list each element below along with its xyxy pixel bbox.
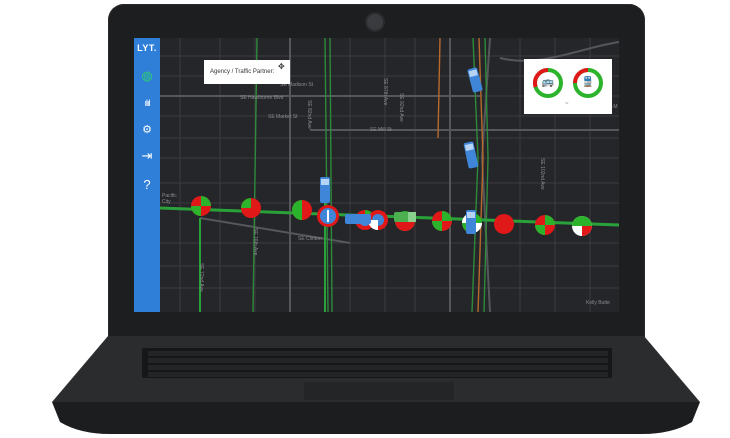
signal-marker: [241, 198, 261, 218]
help-icon[interactable]: ?: [134, 177, 160, 193]
road-label: SE 82nd Ave: [306, 100, 312, 129]
train-icon: 🚆: [581, 77, 595, 88]
truck-marker: [394, 212, 416, 222]
road-label: Kelly Butte: [586, 300, 610, 306]
road-label: SE Mill St: [370, 127, 392, 133]
road-label: SE 92nd Ave: [398, 93, 404, 122]
bus-marker: [345, 214, 371, 224]
panel-footnote: ~: [565, 101, 569, 107]
sidebar: LYT. ◍ ılıl ⚙ ⇥ ?: [134, 38, 160, 312]
road-label: SE 87th Ave: [382, 78, 388, 106]
road-label: SE 102nd Ave: [539, 158, 545, 190]
agency-partner-label: Agency / Traffic Partner:: [210, 69, 275, 75]
road-label: SE 72nd Ave: [198, 263, 204, 292]
bus-marker: [466, 210, 476, 234]
bar-chart-icon[interactable]: ılıl: [134, 95, 160, 111]
signal-marker: [572, 216, 592, 236]
webcam: [367, 14, 383, 30]
agency-partner-panel[interactable]: Agency / Traffic Partner: ✥: [204, 60, 290, 84]
bus-marker: [320, 177, 330, 203]
road-label: SE Market St: [268, 114, 298, 120]
road-label: SE 76th Ave: [252, 228, 258, 256]
signal-marker: [432, 211, 452, 231]
road-label: Pacific City: [162, 193, 177, 205]
drag-handle-icon[interactable]: ✥: [278, 62, 285, 71]
logout-icon[interactable]: ⇥: [134, 148, 160, 164]
laptop-keyboard-base: [52, 336, 700, 434]
signal-marker: [292, 200, 312, 220]
signal-marker: [191, 196, 211, 216]
bus-icon: 🚌: [541, 77, 555, 88]
globe-icon[interactable]: ◍: [134, 68, 160, 84]
app-logo: LYT.: [137, 43, 157, 53]
road-label: SE Hawthorne Blvd: [240, 95, 284, 101]
app-screen: LYT. ◍ ılıl ⚙ ⇥ ? SE Madison St SE Hawth…: [134, 38, 619, 312]
traffic-map[interactable]: SE Madison St SE Hawthorne Blvd SE Marke…: [160, 38, 619, 312]
user-settings-icon[interactable]: ⚙: [134, 122, 160, 138]
signal-marker: [494, 214, 514, 234]
signal-marker: [535, 215, 555, 235]
mode-status-panel: 🚌 🚆 ~: [524, 59, 612, 114]
signal-marker: [317, 205, 339, 227]
road-label: SE Clinton: [298, 236, 322, 242]
